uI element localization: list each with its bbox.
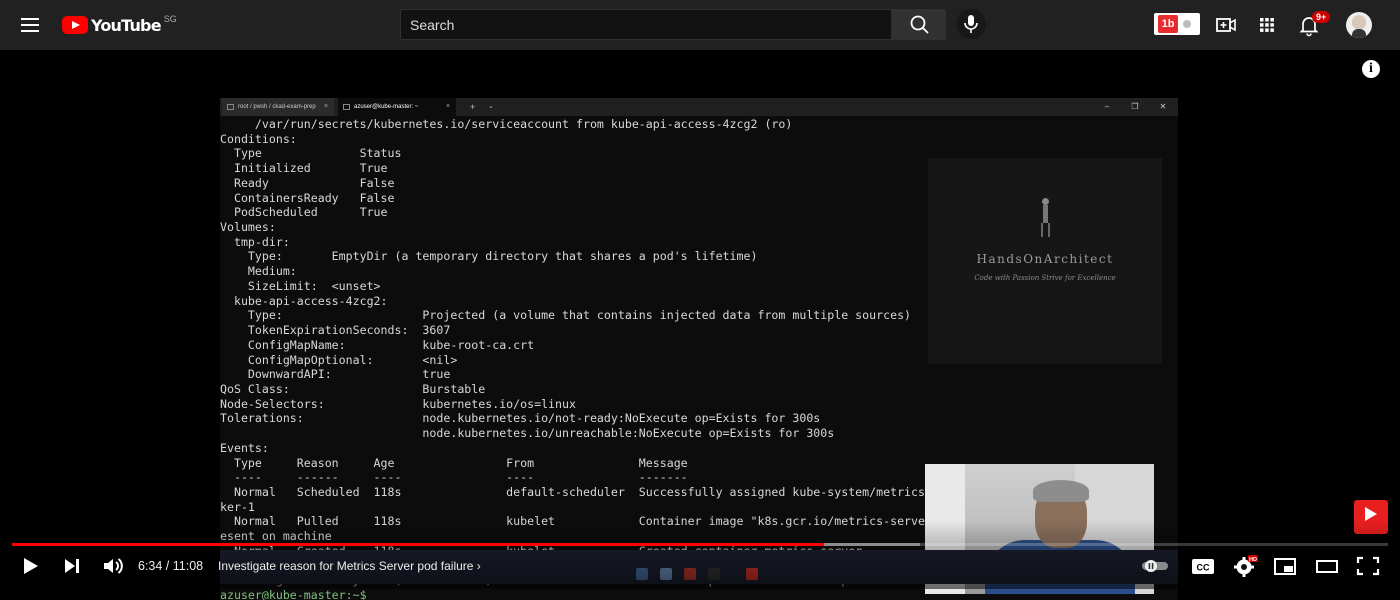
skip-next-icon: [65, 559, 79, 573]
terminal-line: QoS Class: Burstable: [220, 381, 486, 396]
miniplayer-button[interactable]: [1272, 554, 1298, 578]
chapter-title-button[interactable]: Investigate reason for Metrics Server po…: [218, 559, 481, 573]
terminal-line: Conditions:: [220, 131, 297, 146]
theater-mode-button[interactable]: [1314, 554, 1340, 578]
autoplay-toggle[interactable]: [1140, 554, 1170, 578]
country-code: SG: [163, 14, 177, 24]
terminal-line: Events:: [220, 440, 269, 455]
volume-icon: [104, 558, 123, 574]
extension-label: 1b: [1158, 15, 1178, 33]
theater-mode-icon: [1316, 560, 1338, 573]
chevron-right-icon: ›: [476, 559, 481, 573]
notification-count-badge: 9+: [1312, 11, 1331, 23]
watermark-brand: HandsOnArchitect: [976, 252, 1114, 266]
terminal-tab-bar: root / pwsh / ckad-exam-prep × azuser@ku…: [220, 98, 1178, 116]
search-button[interactable]: [892, 9, 946, 40]
chevron-down-icon: ⌄: [488, 103, 494, 110]
chapter-title: Investigate reason for Metrics Server po…: [218, 559, 474, 573]
menu-icon[interactable]: [18, 12, 44, 38]
search-input[interactable]: [401, 10, 891, 39]
svg-text:CC: CC: [1197, 563, 1210, 573]
terminal-line: /var/run/secrets/kubernetes.io/serviceac…: [220, 117, 793, 131]
masthead: YouTube SG 1b: [0, 0, 1400, 50]
fullscreen-icon: [1356, 556, 1380, 576]
mute-button[interactable]: [100, 554, 126, 578]
gear-icon: HD: [1234, 555, 1258, 577]
next-button[interactable]: [60, 554, 84, 578]
terminal-line: Node-Selectors: kubernetes.io/os=linux: [220, 396, 576, 411]
apps-button[interactable]: [1254, 12, 1280, 38]
play-button[interactable]: [18, 554, 42, 578]
terminal-tab-icon: [227, 104, 234, 110]
fullscreen-button[interactable]: [1355, 554, 1381, 578]
terminal-tab-pwsh: root / pwsh / ckad-exam-prep ×: [222, 98, 334, 116]
close-window-icon: ✕: [1159, 102, 1167, 111]
progress-bar[interactable]: [12, 543, 1388, 546]
watermark-tagline: Code with Passion Strive for Excellence: [974, 274, 1116, 282]
close-icon: ×: [445, 103, 450, 110]
play-icon: [24, 558, 38, 574]
miniplayer-icon: [1274, 558, 1296, 575]
extension-status-dot: [1183, 20, 1191, 28]
settings-button[interactable]: HD: [1232, 554, 1258, 578]
apps-grid-icon: [1260, 18, 1274, 32]
new-tab-icon: +: [470, 102, 476, 112]
video-player[interactable]: root / pwsh / ckad-exam-prep × azuser@ku…: [0, 50, 1400, 600]
terminal-line: node.kubernetes.io/unreachable:NoExecute…: [220, 426, 835, 441]
search-box[interactable]: [400, 9, 892, 40]
create-button[interactable]: [1213, 12, 1239, 38]
close-icon: ×: [323, 103, 328, 110]
youtube-logo[interactable]: YouTube SG: [62, 14, 177, 36]
terminal-tab-icon: [343, 104, 350, 110]
terminal-tab-label: root / pwsh / ckad-exam-prep: [238, 104, 316, 110]
channel-watermark: HandsOnArchitect Code with Passion Striv…: [928, 158, 1162, 364]
search-icon: [910, 15, 929, 34]
skateboarder-figure-icon: [1040, 198, 1050, 238]
terminal-tab-label: azuser@kube-master: ~: [354, 104, 419, 110]
progress-played: [12, 543, 824, 546]
captions-button[interactable]: CC: [1190, 554, 1216, 578]
terminal-line: Tolerations: node.kubernetes.io/not-read…: [220, 411, 821, 426]
youtube-play-logo-icon: [62, 16, 88, 34]
info-icon[interactable]: i: [1362, 60, 1380, 78]
hd-badge: HD: [1249, 557, 1257, 563]
maximize-icon: ❐: [1131, 102, 1139, 111]
autoplay-toggle-icon: [1142, 560, 1168, 572]
voice-search-button[interactable]: [956, 9, 986, 39]
terminal-tab-kube-master: azuser@kube-master: ~ ×: [338, 98, 456, 116]
avatar[interactable]: [1346, 12, 1372, 38]
captions-icon: CC: [1192, 559, 1214, 574]
mic-icon: [964, 15, 978, 33]
logo-text: YouTube: [91, 15, 162, 35]
minimize-icon: –: [1104, 102, 1110, 111]
play-icon: [1365, 507, 1377, 521]
browser-extension-badge[interactable]: 1b: [1154, 13, 1200, 35]
time-display: 6:34 / 11:08: [138, 559, 204, 573]
terminal-line: DownwardAPI: true: [220, 367, 451, 382]
video-camera-plus-icon: [1216, 18, 1236, 32]
